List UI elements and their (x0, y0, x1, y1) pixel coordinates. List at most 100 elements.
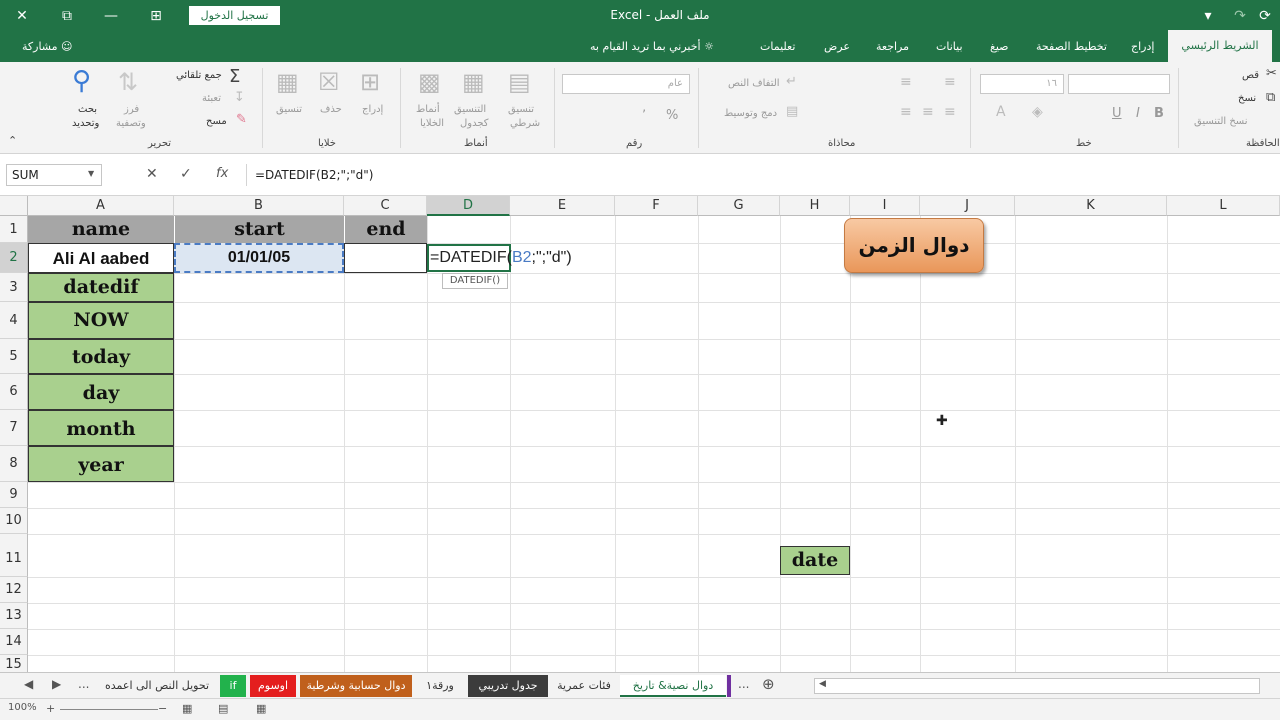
cell-a7[interactable]: month (28, 410, 174, 446)
tab-home[interactable]: الشريط الرئيسي (1168, 30, 1272, 62)
enter-icon[interactable]: ✓ (180, 166, 192, 182)
underline-button[interactable]: U (1112, 106, 1122, 121)
row-header-9[interactable]: 9 (0, 482, 28, 508)
merge-center-button[interactable]: دمج وتوسيط (724, 108, 777, 119)
zoom-level[interactable]: 100% (8, 702, 37, 713)
format-painter-button[interactable]: نسخ التنسيق (1194, 116, 1247, 127)
page-layout-view-icon[interactable]: ▤ (218, 702, 228, 715)
formula-input[interactable]: =DATEDIF(B2;";"d") (246, 164, 1274, 186)
tab-view[interactable]: عرض (824, 40, 850, 53)
redo-icon[interactable]: ↷ (1229, 5, 1251, 27)
cell-c1[interactable]: end (344, 216, 427, 243)
tab-insert[interactable]: إدراج (1131, 40, 1154, 53)
column-header-d[interactable]: D (427, 196, 510, 216)
close-icon[interactable]: ✕ (11, 5, 33, 27)
column-header-f[interactable]: F (615, 196, 698, 216)
tab-formulas[interactable]: صيغ (990, 40, 1009, 53)
row-header-2[interactable]: 2 (0, 243, 28, 273)
number-format-select[interactable]: عام (562, 74, 690, 94)
column-header-c[interactable]: C (344, 196, 427, 216)
row-header-8[interactable]: 8 (0, 446, 28, 482)
row-header-12[interactable]: 12 (0, 577, 28, 603)
column-header-h[interactable]: H (780, 196, 850, 216)
tab-page-layout[interactable]: تخطيط الصفحة (1036, 40, 1107, 53)
scroll-left-icon[interactable]: ◀ (819, 679, 826, 689)
column-header-k[interactable]: K (1015, 196, 1167, 216)
sort-filter-label-1[interactable]: فرز (124, 104, 139, 115)
sheet-tab-text-to-columns[interactable]: تحويل النص الى اعمده (98, 675, 216, 697)
row-header-10[interactable]: 10 (0, 508, 28, 534)
cell-d2-formula[interactable]: =DATEDIF(B2;";"d") (430, 249, 572, 267)
scroll-tabs-right-icon[interactable]: ▶ (52, 677, 61, 691)
align-center-icon[interactable]: ≡ (922, 104, 934, 120)
cell-a2[interactable]: Ali Al aabed (28, 243, 174, 273)
tab-data[interactable]: بيانات (936, 40, 963, 53)
sort-filter-label-2[interactable]: وتصفية (116, 118, 146, 129)
font-color-icon[interactable]: A (996, 104, 1006, 120)
cell-styles-label-2[interactable]: الخلايا (420, 118, 444, 129)
row-header-7[interactable]: 7 (0, 410, 28, 446)
fill-button[interactable]: تعبئة (202, 93, 221, 104)
cell-h11[interactable]: date (780, 546, 850, 575)
find-select-label-1[interactable]: بحث (78, 104, 97, 115)
tab-help[interactable]: تعليمات (760, 40, 795, 53)
sheet-tab-if[interactable]: if (220, 675, 246, 697)
chevron-down-icon[interactable]: ▼ (88, 169, 94, 178)
cell-b1[interactable]: start (174, 216, 344, 243)
share-button[interactable]: مشاركة ☺ (22, 40, 72, 53)
italic-button[interactable]: I (1136, 106, 1140, 121)
normal-view-icon[interactable]: ▦ (256, 702, 266, 715)
sign-in-button[interactable]: تسجيل الدخول (189, 6, 280, 25)
find-select-label-2[interactable]: وتحديد (72, 118, 99, 129)
clear-button[interactable]: مسح (206, 116, 227, 127)
bold-button[interactable]: B (1154, 106, 1164, 121)
more-sheets-left[interactable]: ... (78, 677, 89, 691)
align-top-icon[interactable]: ≡ (900, 74, 912, 90)
column-header-a[interactable]: A (28, 196, 174, 216)
zoom-out-icon[interactable]: − (158, 702, 167, 715)
cancel-icon[interactable]: ✕ (146, 166, 158, 182)
autosum-button[interactable]: جمع تلقائي (176, 70, 222, 81)
cell-a6[interactable]: day (28, 374, 174, 410)
title-shape[interactable]: دوال الزمن (844, 218, 984, 273)
page-break-view-icon[interactable]: ▦ (182, 702, 192, 715)
font-size-select[interactable]: ١٦ (980, 74, 1064, 94)
row-header-13[interactable]: 13 (0, 603, 28, 629)
fill-color-icon[interactable]: ◈ (1032, 104, 1043, 120)
row-header-14[interactable]: 14 (0, 629, 28, 655)
format-table-label-1[interactable]: التنسيق (454, 104, 486, 115)
cell-c2[interactable] (344, 243, 427, 273)
cell-a1[interactable]: name (28, 216, 174, 243)
sheet-tab-math-conditional[interactable]: دوال حسابية وشرطية (300, 675, 412, 697)
save-icon[interactable]: ⟳ (1254, 5, 1276, 27)
cell-a8[interactable]: year (28, 446, 174, 482)
cell-b2[interactable]: 01/01/05 (174, 243, 344, 273)
align-left-icon[interactable]: ≡ (944, 104, 956, 120)
tab-review[interactable]: مراجعة (876, 40, 909, 53)
sheet-tab-awsom[interactable]: اوسوم (250, 675, 296, 697)
row-header-3[interactable]: 3 (0, 273, 28, 302)
conditional-label-1[interactable]: تنسيق (508, 104, 534, 115)
align-bottom-icon[interactable]: ≡ (944, 74, 956, 90)
more-sheets-right[interactable]: ... (738, 677, 749, 691)
sheet-tab-training-table[interactable]: جدول تدريبي (468, 675, 548, 697)
column-header-i[interactable]: I (850, 196, 920, 216)
comma-style-button[interactable]: ٬ (642, 108, 646, 123)
collapse-ribbon-icon[interactable]: ⌃ (8, 134, 17, 147)
horizontal-scrollbar[interactable]: ◀ (814, 678, 1260, 694)
format-button[interactable]: تنسيق (276, 104, 302, 115)
percent-button[interactable]: % (666, 108, 678, 123)
insert-function-icon[interactable]: fx (216, 166, 228, 181)
row-header-15[interactable]: 15 (0, 655, 28, 672)
delete-button[interactable]: حذف (320, 104, 342, 115)
ribbon-display-options-icon[interactable]: ⊞ (145, 5, 167, 27)
cell-a5[interactable]: today (28, 339, 174, 374)
tell-me-search[interactable]: أخبرني بما تريد القيام به ☼ (590, 40, 714, 53)
row-header-4[interactable]: 4 (0, 302, 28, 339)
copy-button[interactable]: نسخ (1238, 93, 1256, 104)
sheet-tab-text-date-functions[interactable]: دوال نصية& تاريخ (620, 675, 726, 697)
sheet-tab-sheet1[interactable]: ورقة١ (416, 675, 464, 697)
add-sheet-button[interactable]: ⊕ (762, 675, 775, 693)
cell-a3[interactable]: datedif (28, 273, 174, 302)
scroll-tabs-left-icon[interactable]: ◀ (24, 677, 33, 691)
